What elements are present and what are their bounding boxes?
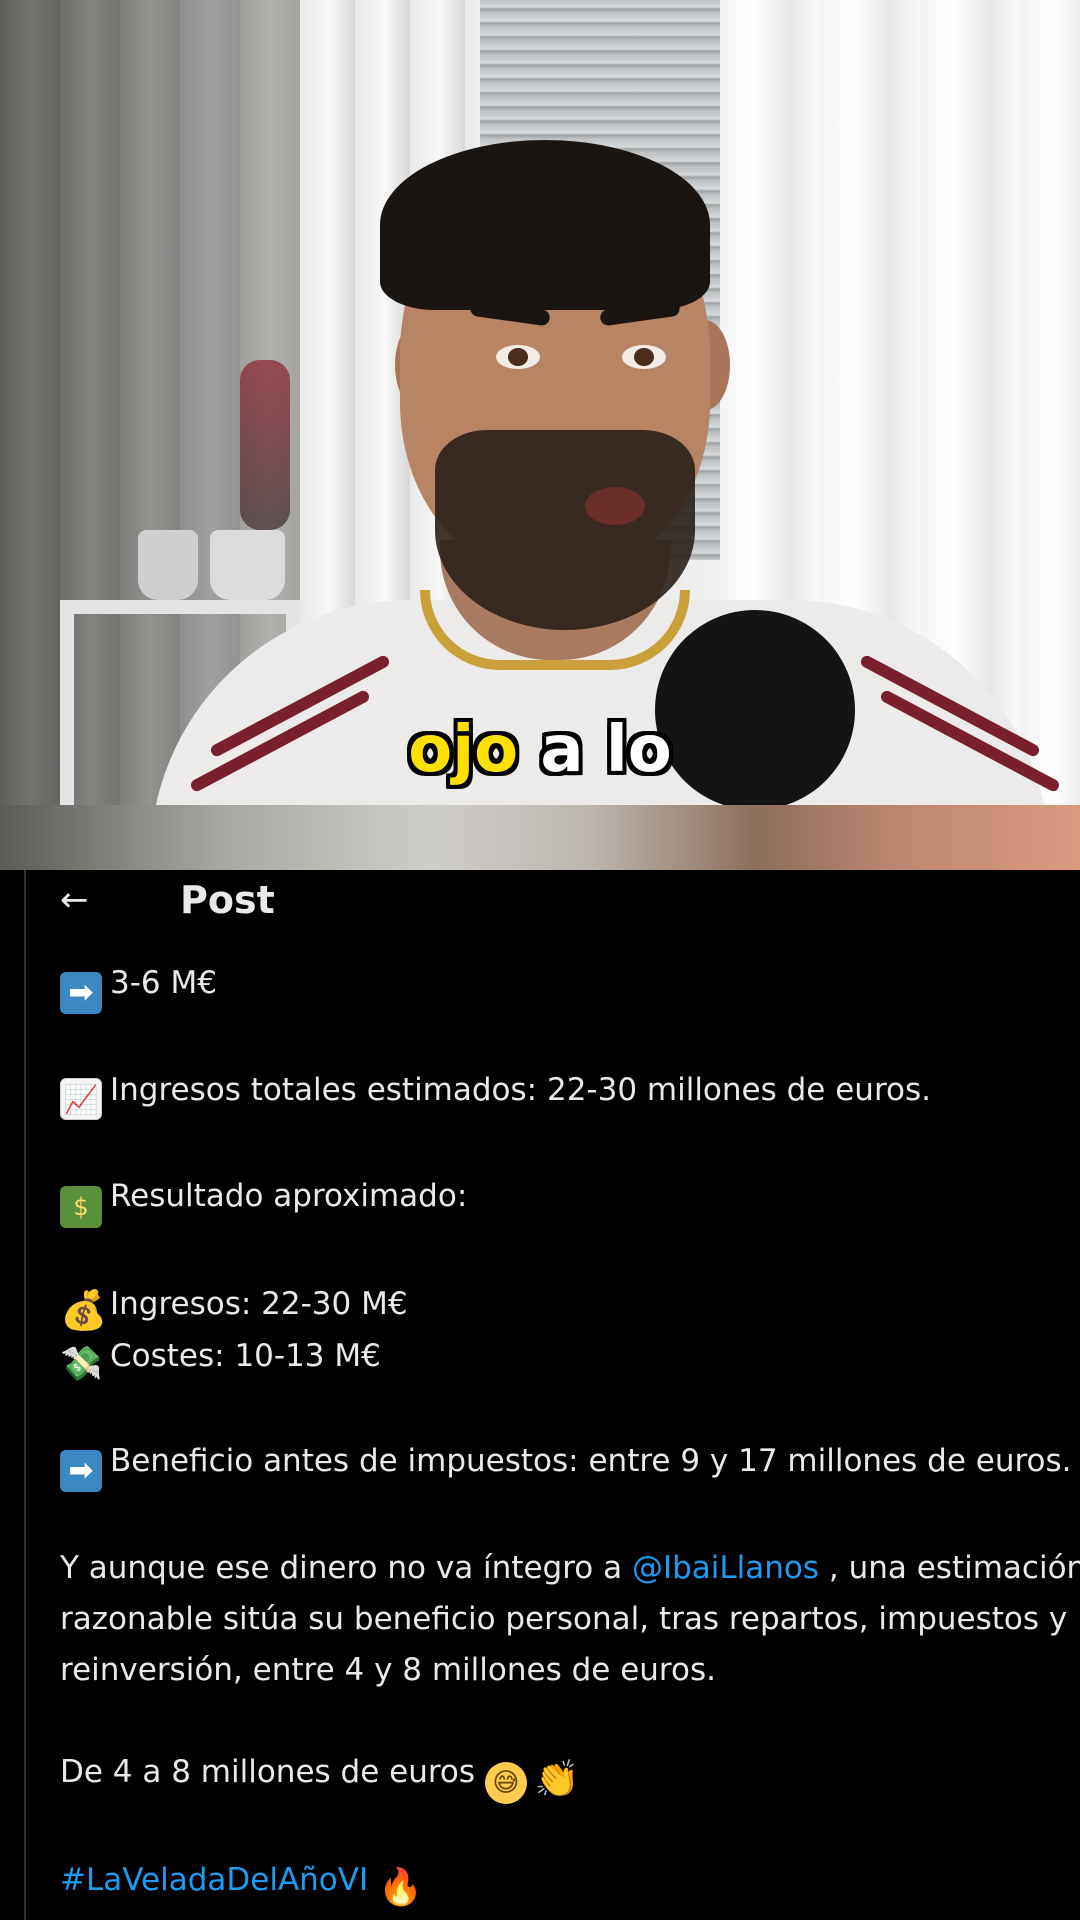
line-text: , una estimación bbox=[819, 1550, 1080, 1586]
post-line: $ Resultado aproximado: bbox=[60, 1171, 1080, 1228]
post-line: 💰Ingresos: 22-30 M€ bbox=[60, 1279, 1080, 1331]
post-line: #LaVeladaDelAñoVI 🔥 bbox=[60, 1855, 1080, 1909]
blurred-transition-band bbox=[0, 805, 1080, 870]
line-text: Beneficio antes de impuestos: entre 9 y … bbox=[110, 1443, 1072, 1479]
figurine bbox=[240, 360, 290, 530]
right-arrow-icon: ➡ bbox=[60, 972, 102, 1014]
subtitle-caption: ojo a lo bbox=[0, 718, 1080, 782]
plant-pot bbox=[210, 530, 285, 600]
eye bbox=[622, 345, 666, 369]
line-text: Ingresos totales estimados: 22-30 millon… bbox=[110, 1072, 931, 1108]
post-line: De 4 a 8 millones de euros 😅 👏 bbox=[60, 1747, 1080, 1804]
caption-text: a lo bbox=[540, 713, 672, 787]
hashtag-link[interactable]: #LaVeladaDelAñoVI bbox=[60, 1862, 368, 1898]
right-arrow-icon: ➡ bbox=[60, 1450, 102, 1492]
video-frame: ojo a lo bbox=[0, 0, 1080, 805]
fire-icon: 🔥 bbox=[377, 1867, 423, 1908]
money-bag-icon: 💰 bbox=[60, 1288, 108, 1332]
person-mouth bbox=[585, 487, 645, 525]
caption-highlight-word: ojo bbox=[408, 713, 519, 787]
clapping-hands-icon: 👏 bbox=[534, 1759, 580, 1800]
post-line: ➡ 3-6 M€ bbox=[60, 958, 1080, 1014]
post-line: reinversión, entre 4 y 8 millones de eur… bbox=[60, 1645, 1080, 1696]
eye bbox=[496, 345, 540, 369]
post-line: Y aunque ese dinero no va íntegro a @Iba… bbox=[60, 1543, 1080, 1594]
line-text: razonable sitúa su beneficio personal, t… bbox=[60, 1601, 1068, 1637]
post-header: ← Post bbox=[60, 870, 275, 930]
line-text: Costes: 10-13 M€ bbox=[110, 1338, 381, 1374]
line-text: De 4 a 8 millones de euros bbox=[60, 1754, 476, 1790]
post-line: 📈 Ingresos totales estimados: 22-30 millo… bbox=[60, 1065, 1080, 1120]
line-text: Resultado aproximado: bbox=[110, 1178, 468, 1214]
grinning-sweat-face-icon: 😅 bbox=[484, 1762, 527, 1804]
plant-pot bbox=[138, 530, 198, 600]
back-arrow-icon[interactable]: ← bbox=[60, 880, 180, 920]
column-border bbox=[24, 870, 26, 1920]
line-text: Y aunque ese dinero no va íntegro a bbox=[60, 1550, 632, 1586]
person-beard bbox=[435, 430, 695, 630]
line-text: 3-6 M€ bbox=[110, 965, 217, 1001]
post-line: ➡ Beneficio antes de impuestos: entre 9 y… bbox=[60, 1436, 1080, 1492]
line-text: Ingresos: 22-30 M€ bbox=[110, 1286, 408, 1322]
money-with-wings-icon: 💸 bbox=[60, 1344, 103, 1384]
post-line: razonable sitúa su beneficio personal, t… bbox=[60, 1594, 1080, 1645]
person-hair bbox=[380, 140, 710, 310]
mention-link[interactable]: @IbaiLlanos bbox=[632, 1550, 819, 1586]
dollar-banknote-icon: $ bbox=[60, 1186, 102, 1228]
post-screenshot: ← Post ➡ 3-6 M€ 📈 Ingresos totales estimad… bbox=[0, 870, 1080, 1920]
line-text: reinversión, entre 4 y 8 millones de eur… bbox=[60, 1652, 716, 1688]
chart-increasing-icon: 📈 bbox=[60, 1078, 102, 1120]
post-line: 💸 Costes: 10-13 M€ bbox=[60, 1331, 1080, 1385]
post-text: ➡ 3-6 M€ 📈 Ingresos totales estimados: 22-… bbox=[60, 958, 1080, 1909]
page-title: Post bbox=[180, 878, 275, 922]
